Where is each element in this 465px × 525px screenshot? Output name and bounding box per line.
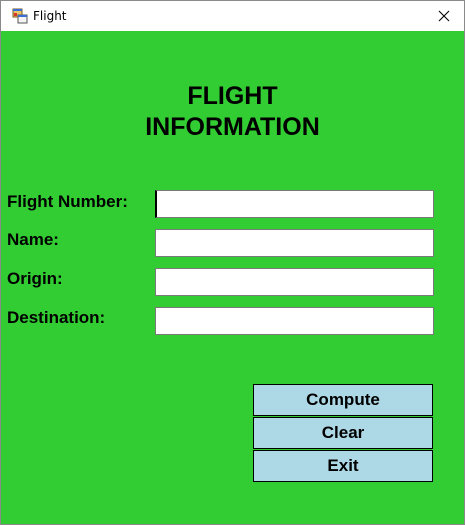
destination-label: Destination: [7, 308, 106, 327]
destination-input[interactable] [155, 307, 434, 335]
form-heading-line1: FLIGHT [187, 82, 278, 110]
exit-button[interactable]: Exit [253, 450, 433, 482]
form-client-area: FLIGHT INFORMATION Flight Number: Name: … [1, 31, 464, 524]
name-label: Name: [7, 230, 59, 249]
origin-input[interactable] [155, 268, 434, 296]
window-title: Flight [33, 9, 67, 23]
title-bar[interactable]: Flight [1, 1, 464, 31]
flight-window: Flight FLIGHT INFORMATION Flight Number:… [0, 0, 465, 525]
close-button[interactable] [424, 1, 464, 31]
compute-button[interactable]: Compute [253, 384, 433, 416]
flight-number-label: Flight Number: [7, 192, 128, 211]
name-input[interactable] [155, 229, 434, 257]
origin-label: Origin: [7, 269, 63, 288]
close-icon [438, 10, 450, 22]
app-icon [12, 8, 28, 24]
flight-number-input[interactable] [155, 190, 434, 218]
clear-button[interactable]: Clear [253, 417, 433, 449]
form-heading-line2: INFORMATION [145, 113, 320, 141]
